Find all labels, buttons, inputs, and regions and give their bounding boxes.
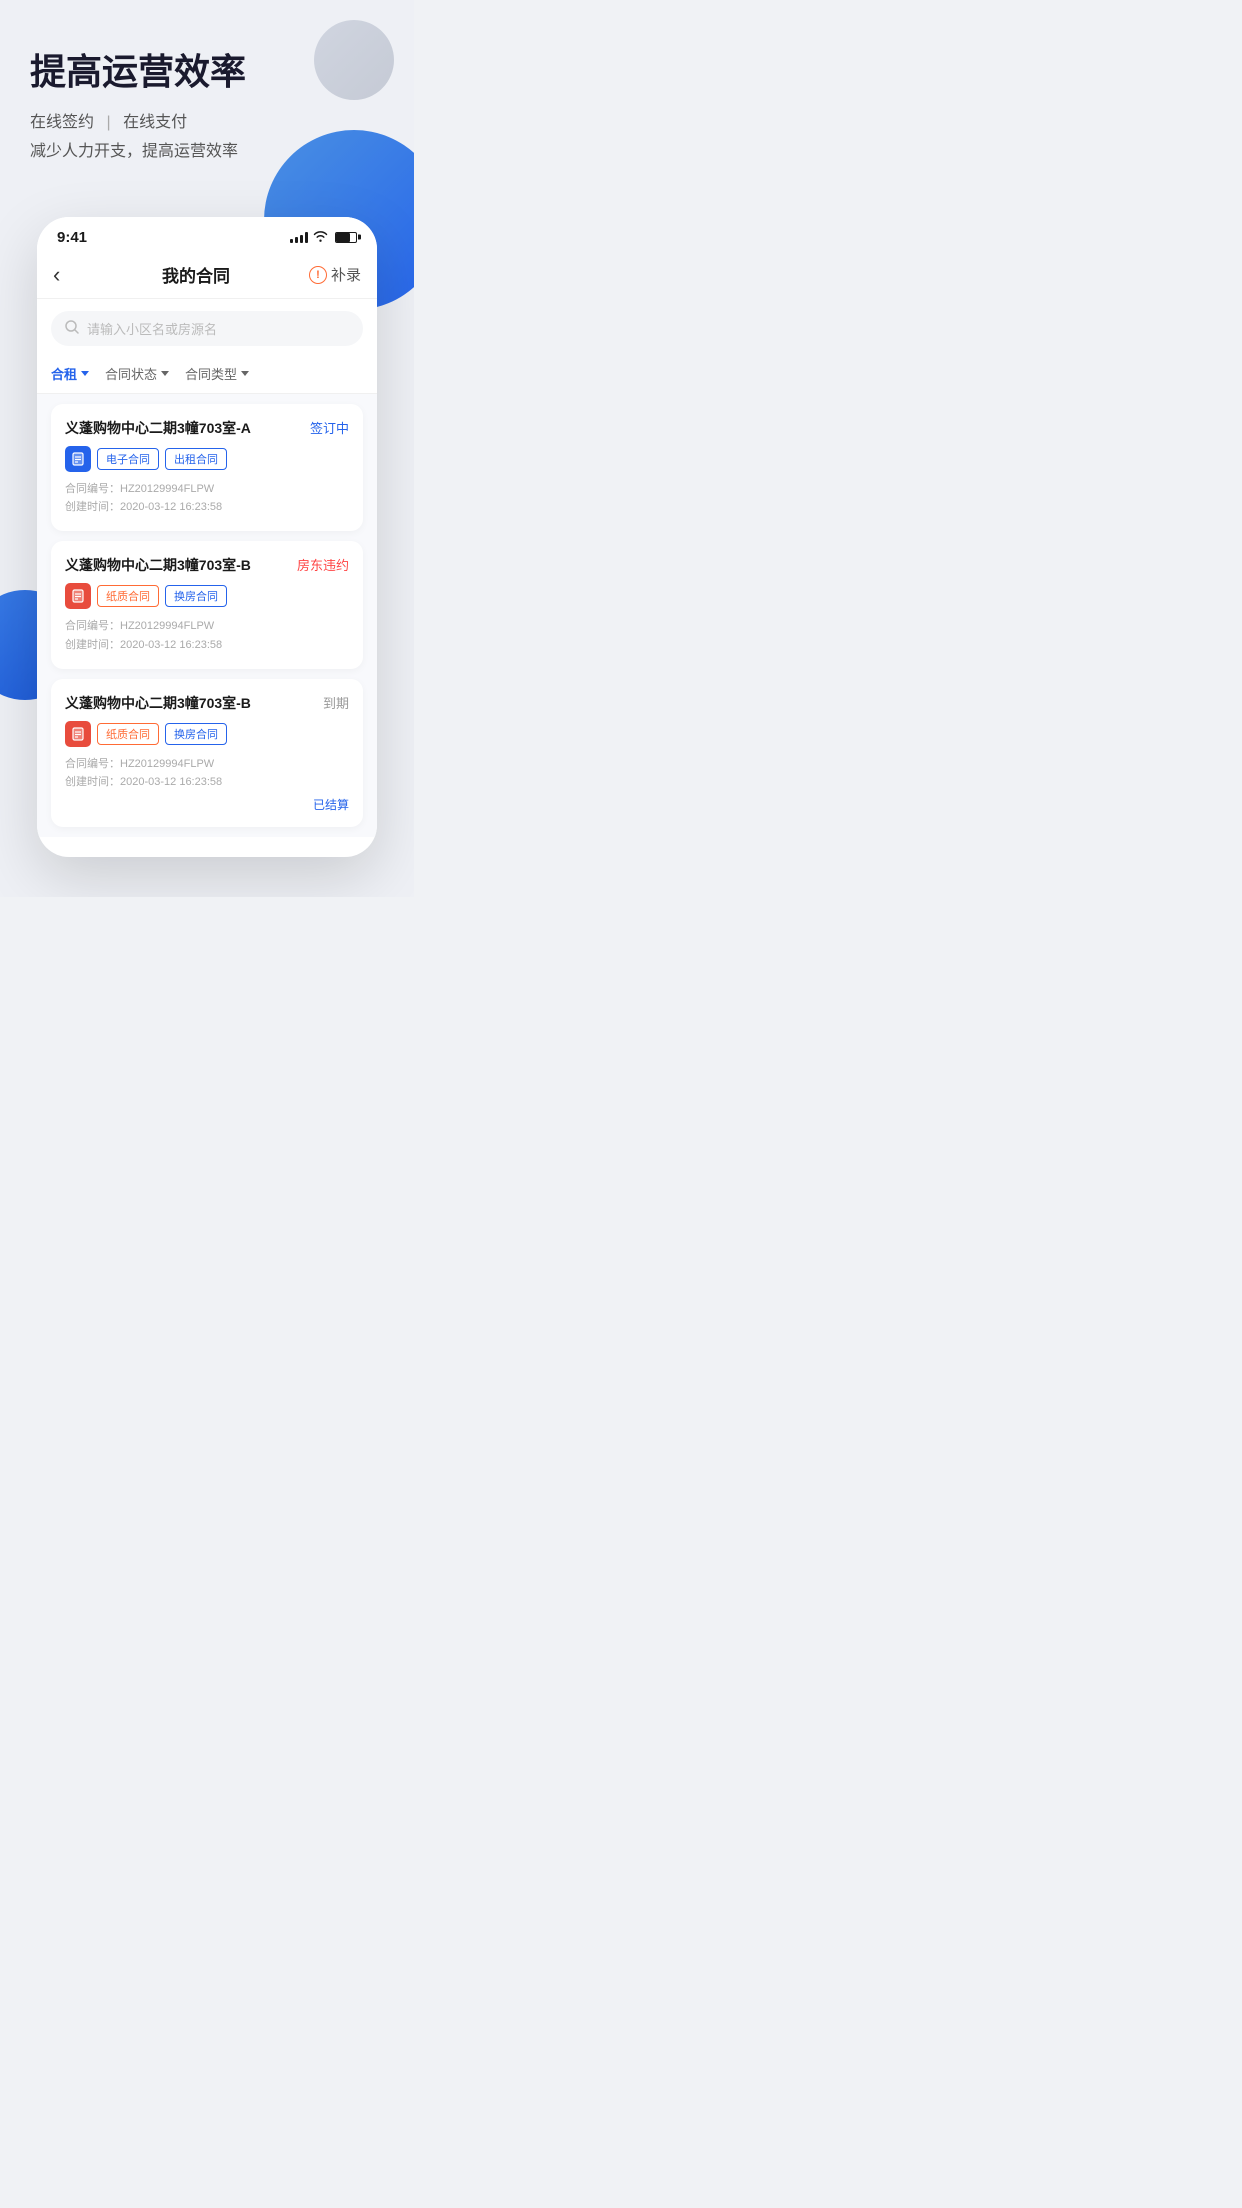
contract-card-2-status: 房东违约 <box>297 555 349 574</box>
status-icons <box>290 230 357 245</box>
contract-card-1-title: 义蓬购物中心二期3幢703室-A <box>65 418 302 438</box>
filter-tab-type[interactable]: 合同类型 <box>185 364 249 383</box>
contract-card-1-tags: 电子合同 出租合同 <box>65 446 349 472</box>
created-time-2: 2020-03-12 16:23:58 <box>120 639 222 651</box>
status-bar: 9:41 <box>37 217 377 252</box>
phone-mockup: 9:41 <box>37 217 377 857</box>
contract-card-3-footer: 已结算 <box>65 796 349 813</box>
contract-no-label-3: 合同编号： <box>65 758 120 770</box>
contract-card-2[interactable]: 义蓬购物中心二期3幢703室-B 房东违约 纸质合同 换房 <box>51 541 363 668</box>
battery-fill <box>336 233 350 242</box>
hero-subtitle: 在线签约 | 在线支付 减少人力开支，提高运营效率 <box>30 109 384 167</box>
back-button[interactable]: ‹ <box>53 262 83 288</box>
contract-card-1-header: 义蓬购物中心二期3幢703室-A 签订中 <box>65 418 349 438</box>
filter-tab-status[interactable]: 合同状态 <box>105 364 169 383</box>
contract-card-1[interactable]: 义蓬购物中心二期3幢703室-A 签订中 电子合同 出租合 <box>51 404 363 531</box>
filter-tab-hezhu[interactable]: 合租 <box>51 364 89 383</box>
tag-paper-3: 纸质合同 <box>97 723 159 745</box>
signal-bar-3 <box>300 235 303 243</box>
hero-subtitle-divider: | <box>106 114 110 131</box>
search-bar[interactable]: 请输入小区名或房源名 <box>51 311 363 346</box>
hero-section: 提高运营效率 在线签约 | 在线支付 减少人力开支，提高运营效率 <box>0 0 414 187</box>
nav-title: 我的合同 <box>162 262 230 287</box>
page-wrapper: 提高运营效率 在线签约 | 在线支付 减少人力开支，提高运营效率 9:41 <box>0 0 414 897</box>
contract-card-3-title: 义蓬购物中心二期3幢703室-B <box>65 693 315 713</box>
contract-card-3-meta: 合同编号：HZ20129994FLPW 创建时间：2020-03-12 16:2… <box>65 755 349 792</box>
signal-bar-2 <box>295 237 298 243</box>
signal-bar-1 <box>290 239 293 243</box>
contract-no-label-1: 合同编号： <box>65 483 120 495</box>
filter-tabs: 合租 合同状态 合同类型 <box>37 354 377 394</box>
contract-icon-2 <box>65 583 91 609</box>
contract-card-3-status: 到期 <box>323 693 349 712</box>
contract-card-3[interactable]: 义蓬购物中心二期3幢703室-B 到期 纸质合同 换房合同 <box>51 679 363 827</box>
contract-card-3-header: 义蓬购物中心二期3幢703室-B 到期 <box>65 693 349 713</box>
contract-icon-1 <box>65 446 91 472</box>
created-label-3: 创建时间： <box>65 776 120 788</box>
signal-bar-4 <box>305 232 308 243</box>
contract-card-3-tags: 纸质合同 换房合同 <box>65 721 349 747</box>
filter-tab-type-label: 合同类型 <box>185 364 237 383</box>
hero-subtitle-line1-part2: 在线支付 <box>123 114 187 131</box>
search-placeholder: 请输入小区名或房源名 <box>87 319 217 338</box>
tag-rental: 出租合同 <box>165 448 227 470</box>
filter-tab-hezhu-label: 合租 <box>51 364 77 383</box>
contract-icon-3 <box>65 721 91 747</box>
filter-tab-status-arrow <box>161 371 169 376</box>
hero-subtitle-line2: 减少人力开支，提高运营效率 <box>30 138 384 167</box>
search-container: 请输入小区名或房源名 <box>37 299 377 354</box>
supplement-icon: ! <box>309 266 327 284</box>
signal-icon <box>290 231 308 243</box>
contract-card-2-tags: 纸质合同 换房合同 <box>65 583 349 609</box>
contract-no-label-2: 合同编号： <box>65 620 120 632</box>
filter-tab-hezhu-arrow <box>81 371 89 376</box>
contract-no-2: HZ20129994FLPW <box>120 620 214 632</box>
supplement-label: 补录 <box>331 264 361 285</box>
contract-card-2-meta: 合同编号：HZ20129994FLPW 创建时间：2020-03-12 16:2… <box>65 617 349 654</box>
contract-card-2-header: 义蓬购物中心二期3幢703室-B 房东违约 <box>65 555 349 575</box>
battery-icon <box>335 232 357 243</box>
contract-list: 义蓬购物中心二期3幢703室-A 签订中 电子合同 出租合 <box>37 394 377 837</box>
wifi-icon <box>313 230 328 245</box>
filter-tab-type-arrow <box>241 371 249 376</box>
created-label-2: 创建时间： <box>65 639 120 651</box>
contract-card-1-status: 签订中 <box>310 418 349 437</box>
contract-no-3: HZ20129994FLPW <box>120 758 214 770</box>
nav-bar: ‹ 我的合同 ! 补录 <box>37 252 377 299</box>
hero-subtitle-line1-part1: 在线签约 <box>30 114 94 131</box>
contract-card-2-title: 义蓬购物中心二期3幢703室-B <box>65 555 289 575</box>
contract-no-1: HZ20129994FLPW <box>120 483 214 495</box>
search-icon <box>65 320 79 337</box>
status-time: 9:41 <box>57 229 87 246</box>
filter-tab-status-label: 合同状态 <box>105 364 157 383</box>
created-time-1: 2020-03-12 16:23:58 <box>120 501 222 513</box>
created-time-3: 2020-03-12 16:23:58 <box>120 776 222 788</box>
tag-swap-3: 换房合同 <box>165 723 227 745</box>
created-label-1: 创建时间： <box>65 501 120 513</box>
tag-paper: 纸质合同 <box>97 585 159 607</box>
settled-badge: 已结算 <box>313 796 349 813</box>
tag-swap: 换房合同 <box>165 585 227 607</box>
tag-electronic: 电子合同 <box>97 448 159 470</box>
hero-title: 提高运营效率 <box>30 50 384 93</box>
supplement-button[interactable]: ! 补录 <box>309 264 361 285</box>
contract-card-1-meta: 合同编号：HZ20129994FLPW 创建时间：2020-03-12 16:2… <box>65 480 349 517</box>
